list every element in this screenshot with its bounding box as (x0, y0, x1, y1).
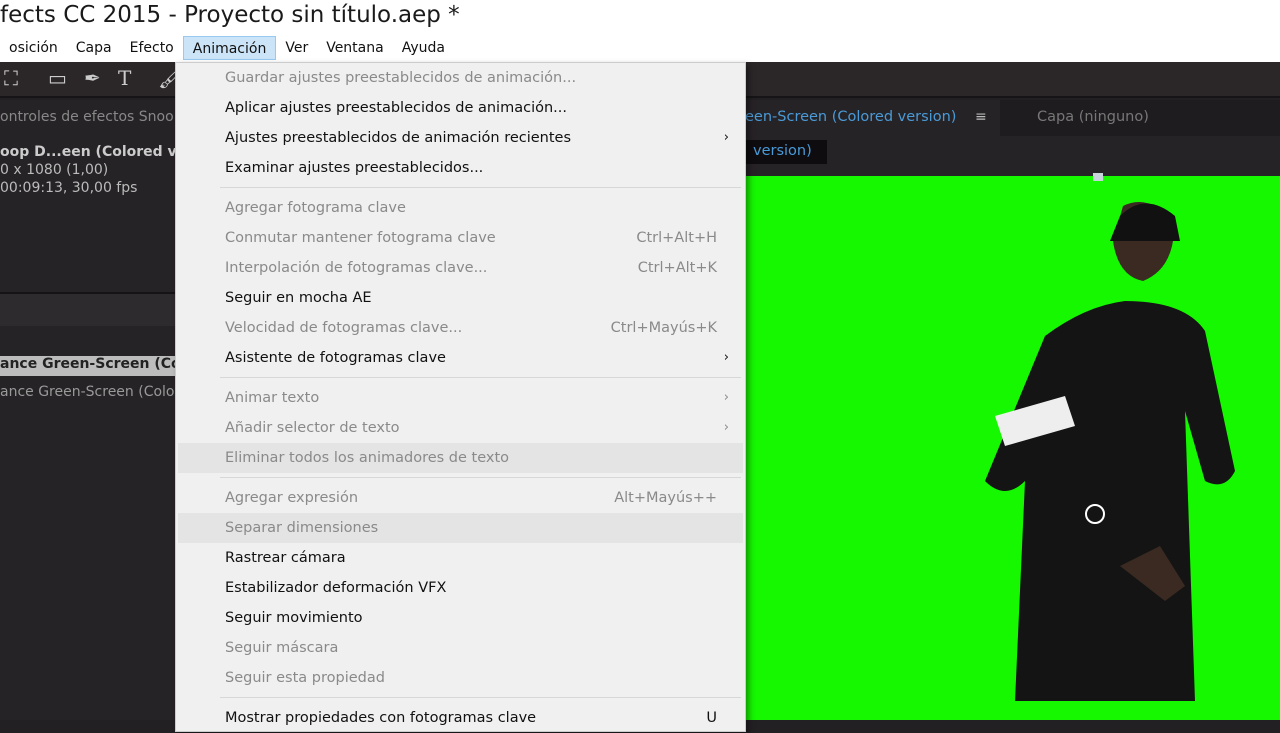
menu-efecto[interactable]: Efecto (121, 36, 183, 60)
menu-separator (176, 183, 745, 193)
submenu-arrow-icon: › (723, 130, 729, 145)
menu-item-label: Seguir en mocha AE (225, 290, 372, 306)
menu-item[interactable]: Interpolación de fotogramas clave... Ctrl… (178, 253, 743, 283)
menu-item-shortcut: Ctrl+Mayús+K (610, 320, 717, 336)
panel-menu-icon[interactable]: ≡ (975, 109, 987, 125)
menu-item[interactable]: Seguir máscara (178, 633, 743, 663)
layer-tab[interactable]: Capa (ninguno) (1037, 109, 1149, 125)
menu-item[interactable]: Ajustes preestablecidos de animación rec… (178, 123, 743, 153)
menu-item-label: Conmutar mantener fotograma clave (225, 230, 496, 246)
menu-item[interactable]: Animar texto › (178, 383, 743, 413)
menu-item[interactable]: Examinar ajustes preestablecidos... (178, 153, 743, 183)
menu-item[interactable]: Conmutar mantener fotograma clave Ctrl+Al… (178, 223, 743, 253)
menu-item-label: Estabilizador deformación VFX (225, 580, 447, 596)
effect-controls-tab[interactable]: ontroles de efectos Snoo (0, 109, 174, 125)
menu-ver[interactable]: Ver (276, 36, 317, 60)
menu-item[interactable]: Agregar fotograma clave (178, 193, 743, 223)
menu-item[interactable]: Aplicar ajustes preestablecidos de anima… (178, 93, 743, 123)
menu-item[interactable]: Seguir movimiento (178, 603, 743, 633)
composition-tab[interactable]: een-Screen (Colored version) (745, 109, 956, 125)
menu-item-label: Ajustes preestablecidos de animación rec… (225, 130, 572, 146)
green-screen-footage (745, 173, 1280, 720)
menu-separator (176, 693, 745, 703)
menu-item-label: Seguir esta propiedad (225, 670, 385, 686)
menu-item-shortcut: Alt+Mayús++ (614, 490, 717, 506)
text-tool-icon[interactable]: T (118, 66, 131, 90)
project-item[interactable]: ance Green-Screen (Colore (0, 384, 176, 400)
menu-item-shortcut: Ctrl+Alt+K (637, 260, 717, 276)
submenu-arrow-icon: › (723, 350, 729, 365)
menu-item-label: Seguir máscara (225, 640, 339, 656)
menu-animacion[interactable]: Animación (182, 36, 277, 60)
menu-item-label: Mostrar propiedades con fotogramas clave (225, 710, 537, 726)
anchor-tool-icon[interactable]: ⛶ (4, 66, 18, 90)
menu-item[interactable]: Eliminar todos los animadores de texto (178, 443, 743, 473)
menu-item-label: Eliminar todos los animadores de texto (225, 450, 510, 466)
menu-item-label: Animar texto (225, 390, 320, 406)
dancer-figure (985, 202, 1235, 701)
menu-item-label: Velocidad de fotogramas clave... (225, 320, 463, 336)
comp-dimensions: 0 x 1080 (1,00) (0, 162, 109, 178)
menu-item[interactable]: Añadir selector de texto › (178, 413, 743, 443)
menu-item-shortcut: Ctrl+Alt+H (636, 230, 717, 246)
comp-name: oop D...een (Colored ver (0, 144, 176, 160)
menu-item-label: Seguir movimiento (225, 610, 363, 626)
menu-item[interactable]: Asistente de fotogramas clave › (178, 343, 743, 373)
menu-item[interactable]: Guardar ajustes preestablecidos de anima… (178, 63, 743, 93)
menu-capa[interactable]: Capa (67, 36, 121, 60)
menu-item-label: Aplicar ajustes preestablecidos de anima… (225, 100, 567, 116)
menu-ventana[interactable]: Ventana (317, 36, 393, 60)
menu-item-label: Agregar fotograma clave (225, 200, 406, 216)
menu-bar: osición Capa Efecto Animación Ver Ventan… (0, 36, 1280, 62)
menu-separator (176, 373, 745, 383)
menu-item-label: Interpolación de fotogramas clave... (225, 260, 488, 276)
submenu-arrow-icon: › (723, 420, 729, 435)
menu-separator (176, 473, 745, 483)
menu-item[interactable]: Seguir esta propiedad (178, 663, 743, 693)
menu-item[interactable]: Rastrear cámara (178, 543, 743, 573)
menu-item-label: Rastrear cámara (225, 550, 346, 566)
menu-composicion[interactable]: osición (0, 36, 67, 60)
menu-item-label: Guardar ajustes preestablecidos de anima… (225, 70, 577, 86)
comp-duration: 00:09:13, 30,00 fps (0, 180, 138, 196)
menu-item-label: Añadir selector de texto (225, 420, 400, 436)
menu-item[interactable]: Velocidad de fotogramas clave... Ctrl+May… (178, 313, 743, 343)
menu-item-label: Examinar ajustes preestablecidos... (225, 160, 484, 176)
menu-item[interactable]: Estabilizador deformación VFX (178, 573, 743, 603)
animation-dropdown-menu: Guardar ajustes preestablecidos de anima… (175, 62, 746, 732)
menu-ayuda[interactable]: Ayuda (393, 36, 454, 60)
window-title: fects CC 2015 - Proyecto sin título.aep … (0, 0, 1280, 36)
project-item-selected[interactable]: ance Green-Screen (Co (0, 356, 176, 376)
menu-item[interactable]: Mostrar propiedades con fotogramas clave… (178, 703, 743, 733)
menu-item[interactable]: Separar dimensiones (178, 513, 743, 543)
effect-controls-panel: ontroles de efectos Snoo oop D...een (Co… (0, 100, 176, 720)
menu-item-shortcut: U (706, 710, 717, 726)
pen-tool-icon[interactable]: ✒ (84, 66, 101, 90)
menu-item[interactable]: Seguir en mocha AE (178, 283, 743, 313)
rectangle-tool-icon[interactable]: ▭ (48, 66, 67, 90)
menu-item[interactable]: Agregar expresión Alt+Mayús++ (178, 483, 743, 513)
submenu-arrow-icon: › (723, 390, 729, 405)
comp-breadcrumb[interactable]: version) (745, 140, 827, 164)
menu-item-label: Agregar expresión (225, 490, 359, 506)
anchor-handle[interactable] (1093, 173, 1103, 181)
menu-item-label: Asistente de fotogramas clave (225, 350, 446, 366)
menu-item-label: Separar dimensiones (225, 520, 379, 536)
